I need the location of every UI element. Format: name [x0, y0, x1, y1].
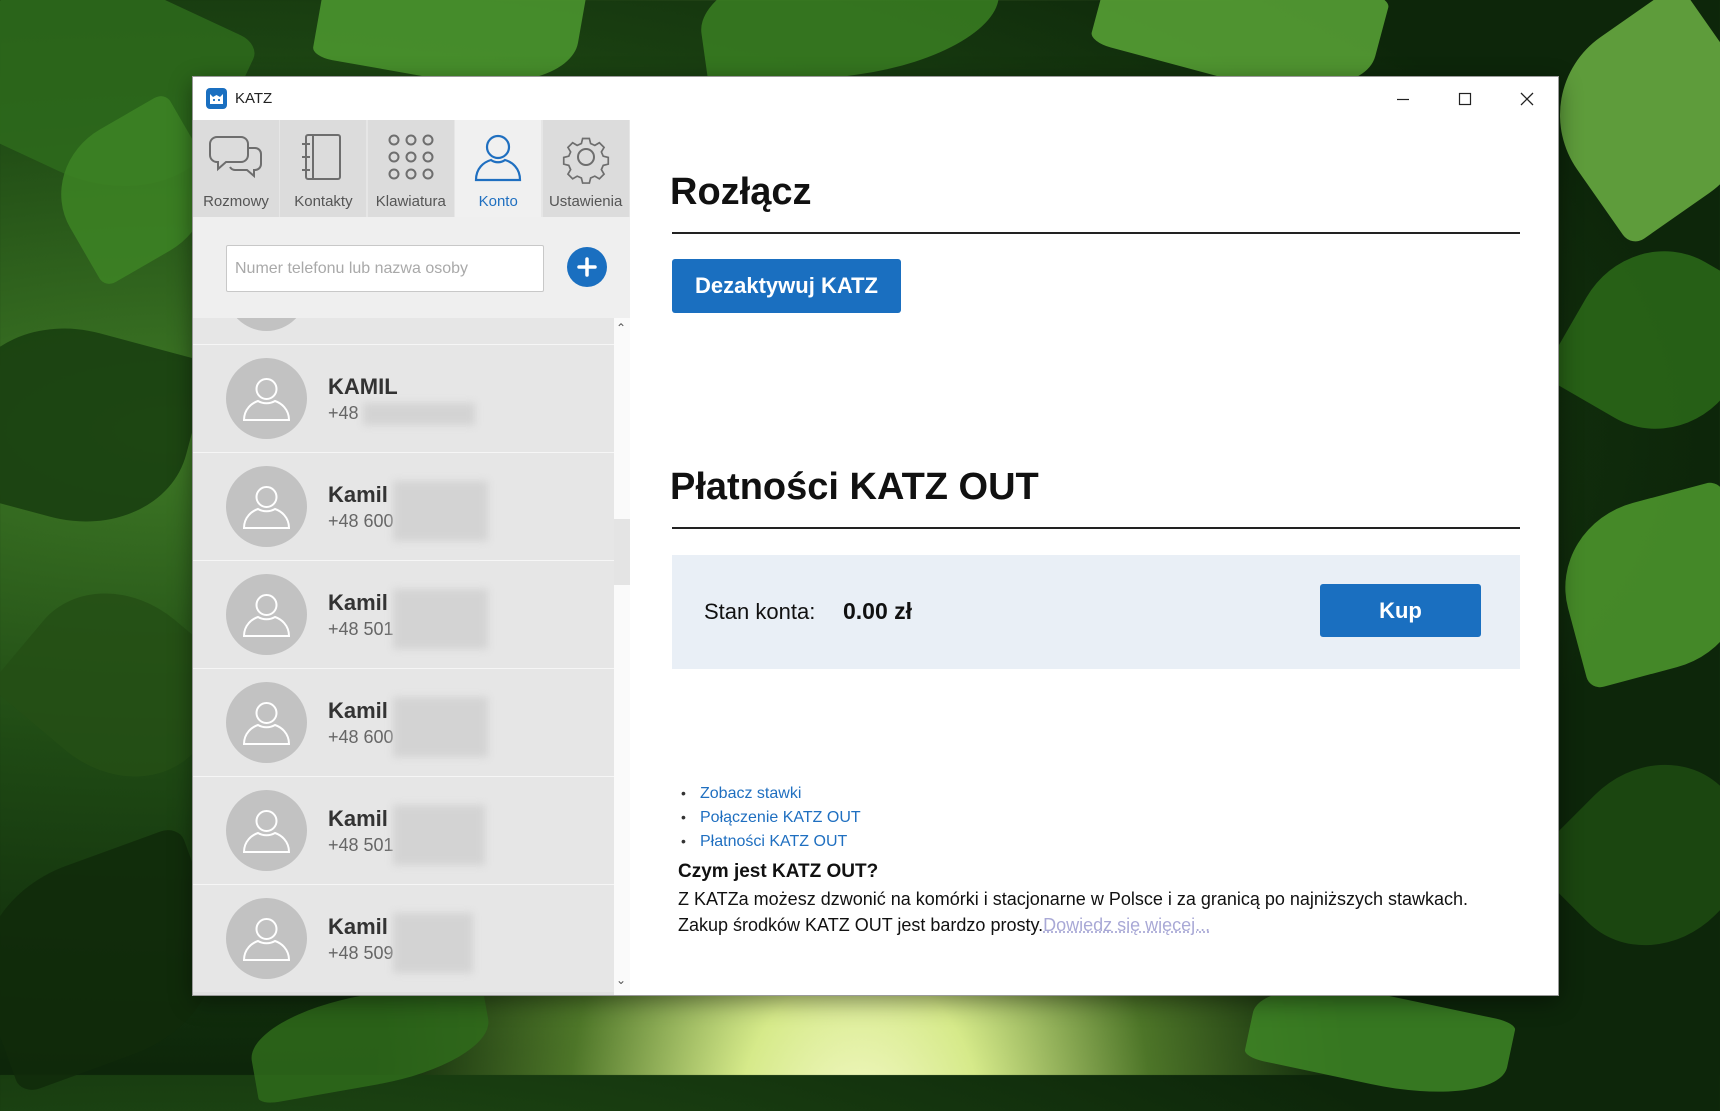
payments-heading: Płatności KATZ OUT [670, 466, 1039, 508]
plus-icon [577, 257, 597, 277]
balance-panel: Stan konta: 0.00 zł Kup [672, 555, 1520, 669]
avatar [226, 574, 307, 655]
list-item[interactable]: Połączenie KATZ OUT [680, 809, 861, 833]
user-placeholder-icon [242, 486, 291, 529]
chat-icon [193, 132, 279, 184]
list-item[interactable]: Kamil +48 600 [193, 668, 614, 776]
scrollbar-thumb[interactable] [614, 519, 630, 585]
list-item[interactable]: Kamil +48 501 [193, 776, 614, 884]
maximize-button[interactable] [1434, 77, 1496, 120]
divider [672, 527, 1520, 529]
tab-label: Kontakty [294, 193, 353, 210]
gear-icon [543, 132, 629, 184]
contact-name: Kamil [328, 914, 388, 939]
contact-phone: +48 600 [328, 727, 394, 747]
user-placeholder-icon [242, 918, 291, 961]
tab-klawiatura[interactable]: Klawiatura [367, 120, 454, 217]
minimize-button[interactable] [1372, 77, 1434, 120]
contact-phone: +48 509 [328, 943, 394, 963]
redacted-surname [393, 589, 488, 649]
scroll-down-icon[interactable]: ⌄ [616, 973, 626, 987]
keypad-icon [368, 132, 454, 184]
app-logo-icon [206, 88, 227, 109]
user-placeholder-icon [242, 378, 291, 421]
search-area [193, 217, 630, 318]
katz-out-connection-link[interactable]: Połączenie KATZ OUT [700, 809, 861, 826]
contact-phone: +48 501 [328, 619, 394, 639]
info-links: Zobacz stawki Połączenie KATZ OUT Płatno… [680, 785, 861, 857]
title-bar: KATZ [193, 77, 1558, 120]
avatar [226, 682, 307, 763]
tab-bar: Rozmowy Kontakty Klawiatura Konto Ustawi… [193, 120, 630, 217]
close-button[interactable] [1496, 77, 1558, 120]
contact-name: Kamil [328, 698, 388, 723]
tab-rozmowy[interactable]: Rozmowy [193, 120, 279, 217]
deactivate-button[interactable]: Dezaktywuj KATZ [672, 259, 901, 313]
avatar [226, 466, 307, 547]
rates-link[interactable]: Zobacz stawki [700, 785, 801, 802]
avatar [226, 898, 307, 979]
sidebar: Rozmowy Kontakty Klawiatura Konto Ustawi… [193, 120, 630, 995]
contact-name: Kamil [328, 806, 388, 831]
section-text: Z KATZa możesz dzwonić na komórki i stac… [678, 886, 1478, 938]
disconnect-heading: Rozłącz [670, 171, 812, 213]
list-item[interactable] [193, 318, 614, 344]
search-input[interactable] [226, 245, 544, 292]
section-title: Czym jest KATZ OUT? [678, 861, 879, 882]
tab-label: Klawiatura [375, 193, 446, 210]
redacted-surname [393, 697, 488, 757]
list-item[interactable]: KAMIL +48 [193, 344, 614, 452]
contact-list-scrollbar[interactable]: ⌃ ⌄ [614, 318, 630, 995]
list-item[interactable]: Kamil +48 509 [193, 884, 614, 992]
divider [672, 232, 1520, 234]
tab-konto[interactable]: Konto [455, 120, 542, 217]
learn-more-link[interactable]: Dowiedz się więcej... [1043, 915, 1210, 935]
list-item[interactable]: Zobacz stawki [680, 785, 861, 809]
redacted-surname [393, 481, 488, 541]
redacted-surname [393, 913, 473, 973]
katz-out-payments-link[interactable]: Płatności KATZ OUT [700, 833, 847, 850]
tab-label: Rozmowy [203, 193, 269, 210]
window-title: KATZ [235, 90, 273, 107]
account-panel: Rozłącz Dezaktywuj KATZ Płatności KATZ O… [630, 120, 1558, 995]
user-placeholder-icon [242, 810, 291, 853]
app-window: KATZ Rozmowy Kontakty Klawiatura Konto U… [193, 77, 1558, 995]
address-book-icon [280, 132, 366, 184]
redacted-surname [393, 805, 485, 865]
list-item[interactable]: Kamil +48 501 [193, 560, 614, 668]
contact-phone: +48 501 [328, 835, 394, 855]
user-placeholder-icon [242, 594, 291, 637]
contact-name: Kamil [328, 482, 388, 507]
contact-list[interactable]: KAMIL +48 Kamil +48 600 Kamil +48 501 Ka… [193, 318, 614, 995]
contact-name: KAMIL [328, 374, 398, 399]
buy-button[interactable]: Kup [1320, 584, 1481, 637]
tab-ustawienia[interactable]: Ustawienia [542, 120, 629, 217]
avatar [226, 790, 307, 871]
avatar [226, 358, 307, 439]
user-placeholder-icon [242, 702, 291, 745]
user-icon [455, 132, 541, 184]
contact-phone: +48 600 [328, 511, 394, 531]
avatar [226, 318, 307, 331]
balance-label: Stan konta: [704, 599, 816, 624]
contact-name: Kamil [328, 590, 388, 615]
tab-kontakty[interactable]: Kontakty [280, 120, 367, 217]
list-item[interactable]: Płatności KATZ OUT [680, 833, 861, 857]
contact-phone: +48 [328, 403, 359, 423]
tab-label: Konto [478, 193, 518, 210]
balance-value: 0.00 zł [843, 598, 913, 624]
tab-label: Ustawienia [548, 193, 623, 210]
add-contact-button[interactable] [567, 247, 607, 287]
list-item[interactable]: Kamil +48 600 [193, 452, 614, 560]
scroll-up-icon[interactable]: ⌃ [616, 321, 626, 335]
redacted-phone [363, 403, 475, 425]
